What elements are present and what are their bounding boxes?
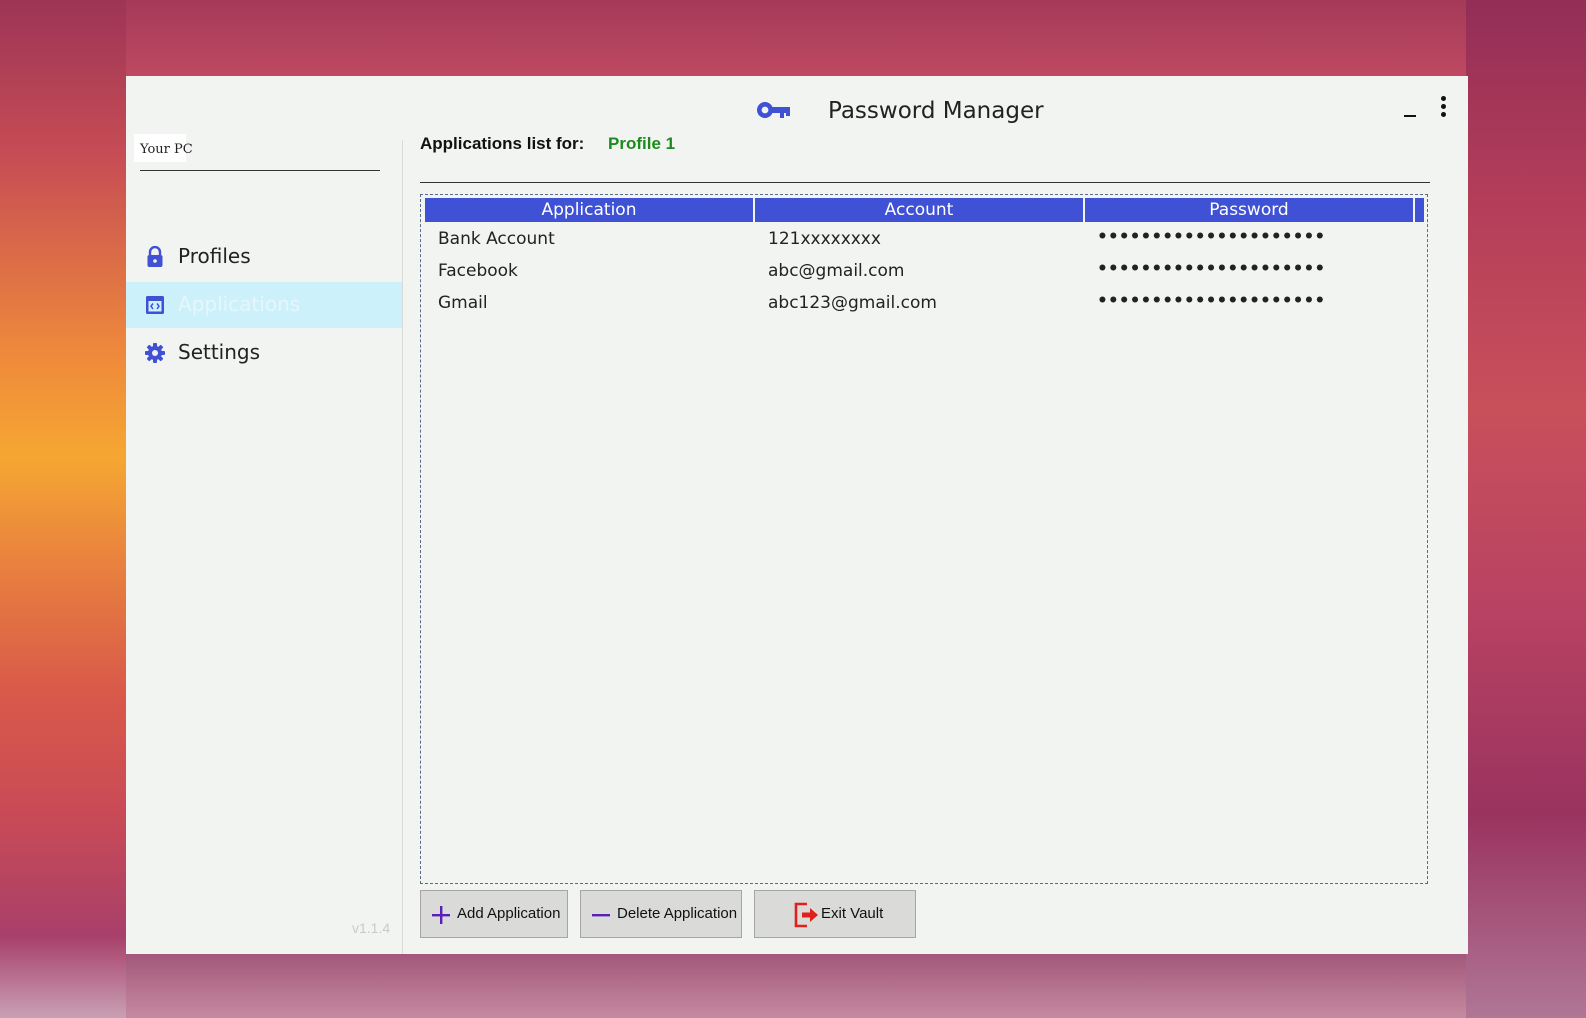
minus-icon <box>592 914 610 917</box>
pc-label: Your PC <box>140 142 193 157</box>
sidebar: Your PC Profiles Applications Settings v… <box>126 134 403 954</box>
app-title: Password Manager <box>828 98 1044 124</box>
desktop-wallpaper-left <box>0 0 126 1018</box>
column-header-password[interactable]: Password <box>1085 198 1415 222</box>
delete-application-button[interactable]: Delete Application <box>580 890 742 938</box>
exit-vault-button[interactable]: Exit Vault <box>754 890 916 938</box>
divider <box>420 182 1430 183</box>
more-dot <box>1441 112 1446 117</box>
minimize-button[interactable] <box>1396 94 1424 122</box>
plus-icon <box>432 906 450 924</box>
sidebar-item-profiles[interactable]: Profiles <box>126 234 402 280</box>
app-window-icon <box>146 296 164 314</box>
more-dot <box>1441 96 1446 101</box>
lock-icon <box>147 246 163 267</box>
account-cell: 121xxxxxxxx <box>768 229 881 249</box>
version-label: v1.1.4 <box>352 920 391 936</box>
password-cell: ••••••••••••••••••••• <box>1097 227 1326 247</box>
application-cell: Bank Account <box>438 229 555 249</box>
add-application-label: Add Application <box>457 905 561 922</box>
app-window: Password Manager Your PC Profiles Applic… <box>126 76 1468 954</box>
sidebar-item-settings[interactable]: Settings <box>126 330 402 376</box>
more-dot <box>1441 104 1446 109</box>
exit-vault-label: Exit Vault <box>821 905 884 922</box>
exit-icon <box>794 902 818 928</box>
sidebar-item-label: Settings <box>178 340 261 364</box>
table-row[interactable]: Bank Account 121xxxxxxxx •••••••••••••••… <box>425 225 1424 255</box>
key-icon <box>757 102 790 118</box>
password-cell: ••••••••••••••••••••• <box>1097 291 1326 311</box>
gear-icon <box>145 343 165 363</box>
sidebar-item-label: Profiles <box>178 244 251 268</box>
application-cell: Facebook <box>438 261 518 281</box>
profile-name: Profile 1 <box>608 134 676 153</box>
add-application-button[interactable]: Add Application <box>420 890 568 938</box>
desktop-wallpaper-right <box>1466 0 1586 1018</box>
more-options-button[interactable] <box>1434 92 1454 122</box>
column-header-application[interactable]: Application <box>425 198 755 222</box>
account-cell: abc123@gmail.com <box>768 293 937 313</box>
delete-application-label: Delete Application <box>617 905 738 922</box>
applications-table: Application Account Password Bank Accoun… <box>420 194 1428 884</box>
password-cell: ••••••••••••••••••••• <box>1097 259 1326 279</box>
table-header: Application Account Password <box>425 198 1424 222</box>
pc-selector[interactable]: Your PC <box>134 134 380 171</box>
table-row[interactable]: Gmail abc123@gmail.com •••••••••••••••••… <box>425 289 1424 319</box>
table-row[interactable]: Facebook abc@gmail.com •••••••••••••••••… <box>425 257 1424 287</box>
sidebar-item-applications[interactable]: Applications <box>126 282 402 328</box>
column-header-account[interactable]: Account <box>755 198 1085 222</box>
application-cell: Gmail <box>438 293 488 313</box>
main-panel: Applications list for: Profile 1 Applica… <box>420 130 1440 950</box>
sidebar-item-label: Applications <box>178 292 301 316</box>
list-heading: Applications list for: <box>420 134 585 153</box>
column-header-filler <box>1415 198 1424 222</box>
account-cell: abc@gmail.com <box>768 261 905 281</box>
minimize-icon <box>1404 115 1416 117</box>
